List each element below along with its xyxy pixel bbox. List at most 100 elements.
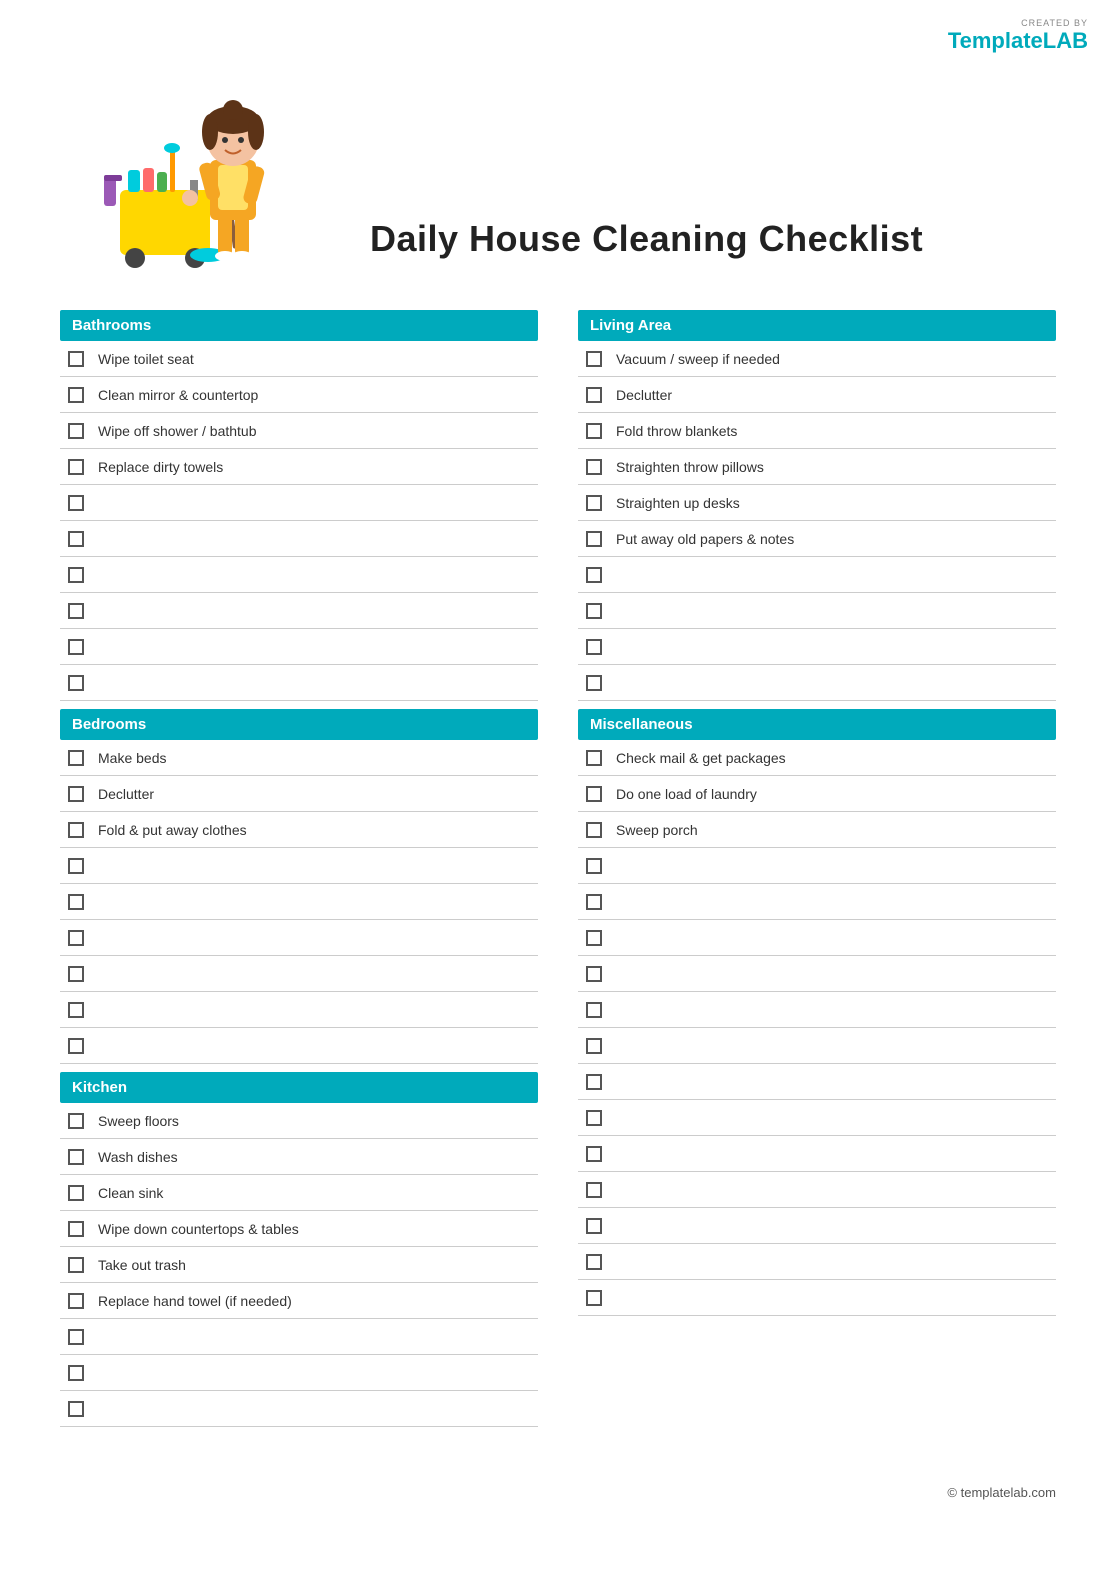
checkbox[interactable] (586, 1110, 602, 1126)
section-header-miscellaneous: Miscellaneous (578, 709, 1056, 740)
checkbox[interactable] (68, 1185, 84, 1201)
checkbox[interactable] (586, 387, 602, 403)
list-item (578, 1244, 1056, 1280)
column-right: Living Area Vacuum / sweep if needed Dec… (558, 310, 1056, 1435)
list-item (60, 521, 538, 557)
checkbox[interactable] (68, 567, 84, 583)
list-item: Wipe off shower / bathtub (60, 413, 538, 449)
list-item: Fold throw blankets (578, 413, 1056, 449)
checkbox[interactable] (68, 459, 84, 475)
checkbox[interactable] (586, 351, 602, 367)
checkbox[interactable] (68, 858, 84, 874)
logo-lab: LAB (1043, 28, 1088, 53)
checkbox[interactable] (586, 603, 602, 619)
checkbox[interactable] (586, 1254, 602, 1270)
list-item: Wipe toilet seat (60, 341, 538, 377)
checkbox[interactable] (68, 1257, 84, 1273)
item-text: Wash dishes (98, 1149, 178, 1165)
checkbox[interactable] (586, 1218, 602, 1234)
checkbox[interactable] (586, 966, 602, 982)
item-text: Fold & put away clothes (98, 822, 247, 838)
list-item: Wash dishes (60, 1139, 538, 1175)
list-item (578, 665, 1056, 701)
checkbox[interactable] (68, 1221, 84, 1237)
checkbox[interactable] (68, 675, 84, 691)
checkbox[interactable] (586, 858, 602, 874)
item-text: Check mail & get packages (616, 750, 786, 766)
item-text: Vacuum / sweep if needed (616, 351, 780, 367)
list-item (60, 557, 538, 593)
list-item: Replace hand towel (if needed) (60, 1283, 538, 1319)
checkbox[interactable] (68, 1149, 84, 1165)
checkbox[interactable] (68, 531, 84, 547)
checkbox[interactable] (586, 531, 602, 547)
checkbox[interactable] (68, 1038, 84, 1054)
item-text: Fold throw blankets (616, 423, 737, 439)
checkbox[interactable] (586, 639, 602, 655)
checkbox[interactable] (586, 1074, 602, 1090)
checkbox[interactable] (68, 351, 84, 367)
list-item (60, 920, 538, 956)
list-item (578, 629, 1056, 665)
checkbox[interactable] (68, 1113, 84, 1129)
list-item: Replace dirty towels (60, 449, 538, 485)
checkbox[interactable] (586, 1038, 602, 1054)
checkbox[interactable] (586, 750, 602, 766)
item-text: Clean mirror & countertop (98, 387, 258, 403)
list-item (578, 1064, 1056, 1100)
checkbox[interactable] (68, 387, 84, 403)
list-item (578, 1208, 1056, 1244)
checkbox[interactable] (68, 423, 84, 439)
checkbox[interactable] (586, 567, 602, 583)
list-item (60, 848, 538, 884)
section-header-bedrooms: Bedrooms (60, 709, 538, 740)
checkbox[interactable] (586, 786, 602, 802)
checkbox[interactable] (68, 750, 84, 766)
checkbox[interactable] (68, 603, 84, 619)
list-item (578, 1280, 1056, 1316)
list-item (578, 920, 1056, 956)
item-text: Declutter (98, 786, 154, 802)
list-item (578, 557, 1056, 593)
checkbox[interactable] (586, 495, 602, 511)
logo-text: TemplateLAB (948, 28, 1088, 53)
checkbox[interactable] (68, 894, 84, 910)
checkbox[interactable] (68, 1002, 84, 1018)
checkbox[interactable] (586, 459, 602, 475)
checkbox[interactable] (586, 1290, 602, 1306)
checkbox[interactable] (586, 894, 602, 910)
checkbox[interactable] (68, 1401, 84, 1417)
checkbox[interactable] (68, 786, 84, 802)
checkbox[interactable] (68, 639, 84, 655)
checkbox[interactable] (586, 1146, 602, 1162)
list-item (578, 884, 1056, 920)
item-text: Sweep floors (98, 1113, 179, 1129)
checkbox[interactable] (586, 930, 602, 946)
checkbox[interactable] (68, 822, 84, 838)
list-item (60, 1391, 538, 1427)
list-item (578, 1028, 1056, 1064)
checkbox[interactable] (586, 423, 602, 439)
item-text: Put away old papers & notes (616, 531, 794, 547)
checkbox[interactable] (586, 1002, 602, 1018)
checkbox[interactable] (68, 495, 84, 511)
item-text: Straighten up desks (616, 495, 740, 511)
section-bathrooms: Bathrooms Wipe toilet seat Clean mirror … (60, 310, 538, 701)
list-item (578, 1100, 1056, 1136)
checkbox[interactable] (586, 822, 602, 838)
checkbox[interactable] (68, 930, 84, 946)
list-item: Fold & put away clothes (60, 812, 538, 848)
checkbox[interactable] (68, 1329, 84, 1345)
item-text: Straighten throw pillows (616, 459, 764, 475)
section-header-living-area: Living Area (578, 310, 1056, 341)
checkbox[interactable] (68, 966, 84, 982)
checkbox[interactable] (586, 675, 602, 691)
checkbox[interactable] (68, 1365, 84, 1381)
list-item: Check mail & get packages (578, 740, 1056, 776)
copyright-text: © templatelab.com (947, 1485, 1056, 1500)
checkbox[interactable] (586, 1182, 602, 1198)
section-bedrooms: Bedrooms Make beds Declutter Fold & put … (60, 709, 538, 1064)
page-title-area: Daily House Cleaning Checklist (330, 218, 1056, 290)
list-item: Do one load of laundry (578, 776, 1056, 812)
checkbox[interactable] (68, 1293, 84, 1309)
